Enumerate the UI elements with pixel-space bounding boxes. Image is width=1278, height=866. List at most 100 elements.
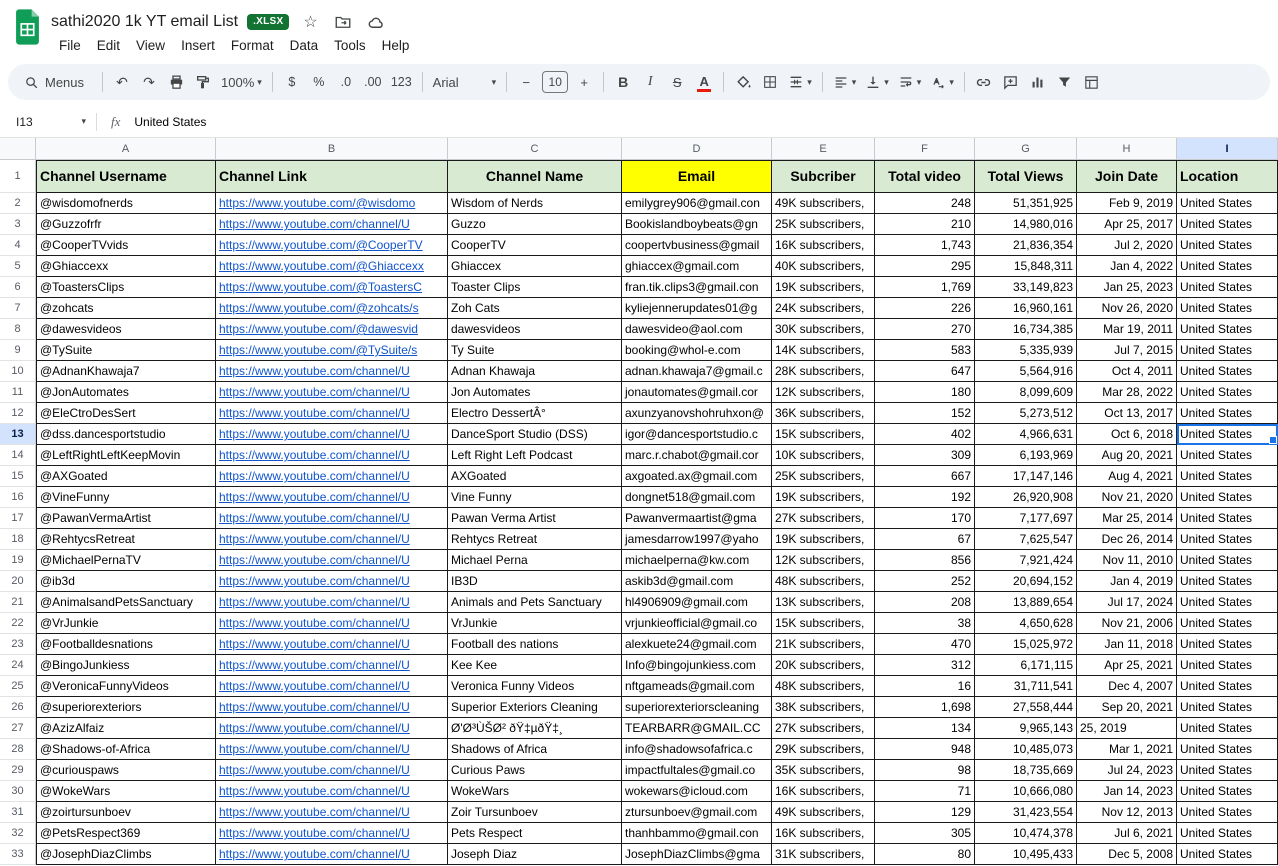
cell-C3[interactable]: Guzzo (448, 214, 622, 235)
cell-B10[interactable]: https://www.youtube.com/channel/U (216, 361, 448, 382)
cell-F17[interactable]: 170 (875, 508, 975, 529)
cell-G33[interactable]: 10,495,433 (975, 844, 1077, 865)
cell-H31[interactable]: Nov 12, 2013 (1077, 802, 1177, 823)
increase-decimal-button[interactable]: .00 (360, 68, 386, 96)
cell-G18[interactable]: 7,625,547 (975, 529, 1077, 550)
format-currency-button[interactable]: $ (279, 68, 305, 96)
menus-search-button[interactable]: Menus (16, 68, 96, 96)
zoom-select[interactable]: 100% ▾ (217, 68, 266, 96)
cell-I9[interactable]: United States (1177, 340, 1278, 361)
cell-A27[interactable]: @AzizAlfaiz (36, 718, 216, 739)
cell-H22[interactable]: Nov 21, 2006 (1077, 613, 1177, 634)
cell-A20[interactable]: @ib3d (36, 571, 216, 592)
row-header-26[interactable]: 26 (0, 697, 36, 718)
cell-H24[interactable]: Apr 25, 2021 (1077, 655, 1177, 676)
cell-G32[interactable]: 10,474,378 (975, 823, 1077, 844)
cell-H18[interactable]: Dec 26, 2014 (1077, 529, 1177, 550)
cell-B31[interactable]: https://www.youtube.com/channel/U (216, 802, 448, 823)
cell-E28[interactable]: 29K subscribers, (772, 739, 875, 760)
cell-D27[interactable]: TEARBARR@GMAIL.CC (622, 718, 772, 739)
formula-input[interactable]: United States (134, 115, 206, 129)
cell-D25[interactable]: nftgameads@gmail.com (622, 676, 772, 697)
cell-G30[interactable]: 10,666,080 (975, 781, 1077, 802)
cell-G8[interactable]: 16,734,385 (975, 319, 1077, 340)
cell-B14[interactable]: https://www.youtube.com/channel/U (216, 445, 448, 466)
bold-button[interactable]: B (610, 68, 636, 96)
cell-F29[interactable]: 98 (875, 760, 975, 781)
cell-A18[interactable]: @RehtycsRetreat (36, 529, 216, 550)
cell-D22[interactable]: vrjunkieofficial@gmail.co (622, 613, 772, 634)
cell-C12[interactable]: Electro DessertÂ° (448, 403, 622, 424)
cell-G12[interactable]: 5,273,512 (975, 403, 1077, 424)
cell-I3[interactable]: United States (1177, 214, 1278, 235)
cell-G22[interactable]: 4,650,628 (975, 613, 1077, 634)
cell-D15[interactable]: axgoated.ax@gmail.com (622, 466, 772, 487)
cell-D18[interactable]: jamesdarrow1997@yaho (622, 529, 772, 550)
cell-E15[interactable]: 25K subscribers, (772, 466, 875, 487)
cell-G16[interactable]: 26,920,908 (975, 487, 1077, 508)
cell-C19[interactable]: Michael Perna (448, 550, 622, 571)
row-header-2[interactable]: 2 (0, 193, 36, 214)
cell-A2[interactable]: @wisdomofnerds (36, 193, 216, 214)
cell-G19[interactable]: 7,921,424 (975, 550, 1077, 571)
cell-E31[interactable]: 49K subscribers, (772, 802, 875, 823)
cell-C23[interactable]: Football des nations (448, 634, 622, 655)
cell-G31[interactable]: 31,423,554 (975, 802, 1077, 823)
merge-cells-button[interactable]: ▾ (784, 68, 816, 96)
cell-I32[interactable]: United States (1177, 823, 1278, 844)
cell-A24[interactable]: @BingoJunkiess (36, 655, 216, 676)
cell-I7[interactable]: United States (1177, 298, 1278, 319)
cell-F16[interactable]: 192 (875, 487, 975, 508)
select-all-corner[interactable] (0, 138, 36, 160)
row-header-20[interactable]: 20 (0, 571, 36, 592)
cell-I6[interactable]: United States (1177, 277, 1278, 298)
row-header-23[interactable]: 23 (0, 634, 36, 655)
cell-G6[interactable]: 33,149,823 (975, 277, 1077, 298)
cell-A3[interactable]: @Guzzofrfr (36, 214, 216, 235)
cell-E13[interactable]: 15K subscribers, (772, 424, 875, 445)
cell-H25[interactable]: Dec 4, 2007 (1077, 676, 1177, 697)
menu-data[interactable]: Data (282, 36, 327, 55)
cell-B26[interactable]: https://www.youtube.com/channel/U (216, 697, 448, 718)
menu-view[interactable]: View (128, 36, 173, 55)
cell-D21[interactable]: hl4906909@gmail.com (622, 592, 772, 613)
row-header-24[interactable]: 24 (0, 655, 36, 676)
column-header-H[interactable]: H (1077, 138, 1177, 160)
cell-E5[interactable]: 40K subscribers, (772, 256, 875, 277)
column-header-A[interactable]: A (36, 138, 216, 160)
cell-A23[interactable]: @Footballdesnations (36, 634, 216, 655)
cell-C4[interactable]: CooperTV (448, 235, 622, 256)
cell-H7[interactable]: Nov 26, 2020 (1077, 298, 1177, 319)
cell-A9[interactable]: @TySuite (36, 340, 216, 361)
increase-font-size-button[interactable]: + (571, 68, 597, 96)
cell-E2[interactable]: 49K subscribers, (772, 193, 875, 214)
row-header-21[interactable]: 21 (0, 592, 36, 613)
cell-G27[interactable]: 9,965,143 (975, 718, 1077, 739)
cell-F9[interactable]: 583 (875, 340, 975, 361)
row-header-33[interactable]: 33 (0, 844, 36, 865)
cell-A30[interactable]: @WokeWars (36, 781, 216, 802)
cell-B27[interactable]: https://www.youtube.com/channel/U (216, 718, 448, 739)
cell-H13[interactable]: Oct 6, 2018 (1077, 424, 1177, 445)
move-folder-icon[interactable] (331, 10, 355, 34)
cell-I28[interactable]: United States (1177, 739, 1278, 760)
cell-F23[interactable]: 470 (875, 634, 975, 655)
cell-B2[interactable]: https://www.youtube.com/@wisdomo (216, 193, 448, 214)
row-header-7[interactable]: 7 (0, 298, 36, 319)
cell-D12[interactable]: axunzyanovshohruhxon@ (622, 403, 772, 424)
cell-E21[interactable]: 13K subscribers, (772, 592, 875, 613)
cell-G17[interactable]: 7,177,697 (975, 508, 1077, 529)
redo-button[interactable]: ↷ (136, 68, 162, 96)
cell-I27[interactable]: United States (1177, 718, 1278, 739)
cell-E26[interactable]: 38K subscribers, (772, 697, 875, 718)
header-cell-H1[interactable]: Join Date (1077, 160, 1177, 193)
cell-G13[interactable]: 4,966,631 (975, 424, 1077, 445)
cell-C15[interactable]: AXGoated (448, 466, 622, 487)
cell-D6[interactable]: fran.tik.clips3@gmail.con (622, 277, 772, 298)
cell-I4[interactable]: United States (1177, 235, 1278, 256)
cell-F21[interactable]: 208 (875, 592, 975, 613)
cell-E22[interactable]: 15K subscribers, (772, 613, 875, 634)
cell-I26[interactable]: United States (1177, 697, 1278, 718)
cell-G9[interactable]: 5,335,939 (975, 340, 1077, 361)
row-header-15[interactable]: 15 (0, 466, 36, 487)
